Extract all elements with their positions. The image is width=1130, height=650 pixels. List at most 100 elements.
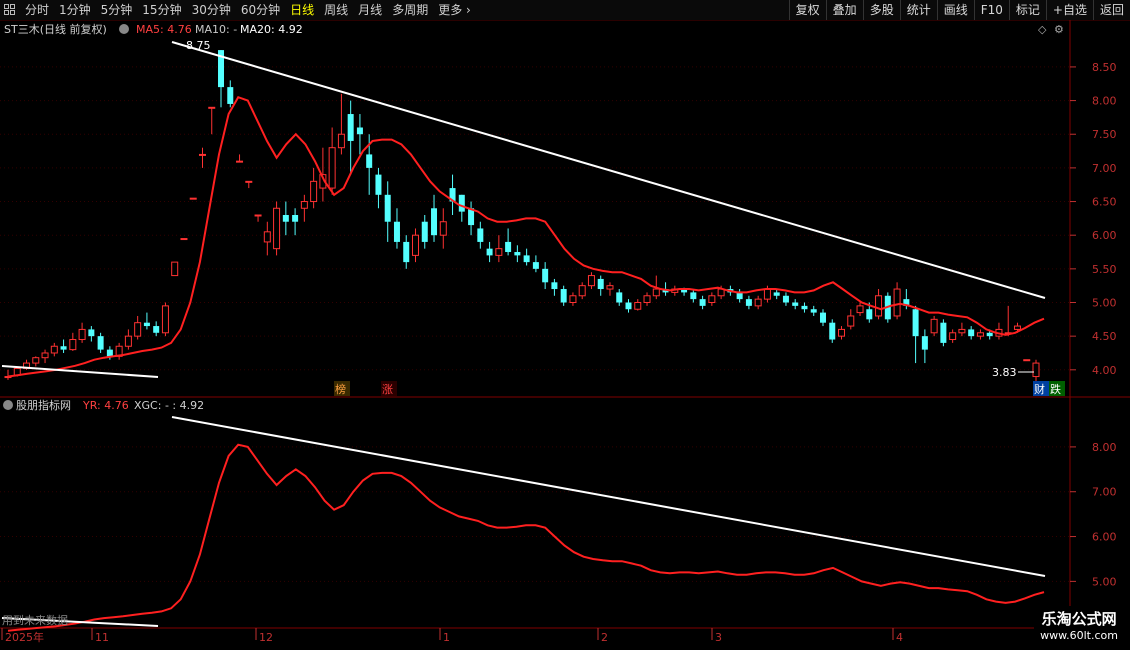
candle-body bbox=[763, 288, 771, 300]
toolbar-button[interactable]: 复权 bbox=[788, 0, 826, 20]
candle-body bbox=[940, 322, 947, 343]
candle-body bbox=[143, 322, 150, 327]
candle-body bbox=[893, 288, 901, 317]
yr-line bbox=[7, 443, 1045, 632]
candle-body bbox=[310, 180, 318, 203]
candle-body bbox=[958, 328, 966, 334]
candle-body bbox=[921, 336, 928, 350]
toolbar-button[interactable]: 统计 bbox=[899, 0, 937, 20]
time-tick-label: 4 bbox=[896, 631, 903, 644]
upper-trend-line bbox=[171, 41, 1046, 299]
candle-body bbox=[421, 221, 428, 242]
candle-body bbox=[477, 228, 484, 242]
candle-body bbox=[263, 231, 271, 243]
candle-body bbox=[189, 197, 197, 200]
period-tab[interactable]: 多周期 bbox=[387, 0, 433, 20]
toolbar-button[interactable]: 画线 bbox=[936, 0, 974, 20]
main-y-axis: 8.50 8.00 7.50 7.00 6.50 6.00 5.50 5.00 4.50 4.00 bbox=[1070, 61, 1117, 377]
fall-tag-label: 跌 bbox=[1050, 382, 1061, 396]
candle-body bbox=[708, 295, 716, 303]
candle-body bbox=[208, 106, 216, 109]
price-tick-label: 4.50 bbox=[1092, 330, 1117, 343]
gear-icon[interactable]: ⚙ bbox=[1054, 23, 1064, 36]
candle-body bbox=[754, 298, 762, 307]
period-tab[interactable]: 5分钟 bbox=[96, 0, 138, 20]
period-tab[interactable]: 日线 bbox=[285, 0, 319, 20]
period-tab[interactable]: 分时 bbox=[20, 0, 54, 20]
period-tab[interactable]: 月线 bbox=[353, 0, 387, 20]
period-toolbar: 分时 1分钟 5分钟 15分钟 30分钟 60分钟 日线 周线 月线 多周期 更多 › 复权 叠加 多股… bbox=[0, 0, 1130, 21]
time-x-axis: 2025年 11 12 1 2 3 4 bbox=[1, 628, 903, 644]
period-tab[interactable]: 1分钟 bbox=[54, 0, 96, 20]
candle-body bbox=[616, 292, 623, 303]
candle-body bbox=[652, 288, 660, 297]
kline-chart[interactable]: ST三木(日线 前复权) MA5: 4.76 MA10: - MA20: 4.9… bbox=[0, 20, 1130, 650]
yr-label: YR: 4.76 bbox=[82, 399, 129, 412]
toolbar-button[interactable]: 多股 bbox=[862, 0, 900, 20]
settings-circle-icon[interactable] bbox=[119, 24, 129, 34]
candle-body bbox=[699, 299, 706, 306]
candle-body bbox=[819, 312, 826, 323]
indicator-tick-label: 7.00 bbox=[1092, 486, 1117, 499]
period-tab[interactable]: 15分钟 bbox=[137, 0, 186, 20]
candle-body bbox=[180, 238, 188, 241]
price-tick-label: 4.00 bbox=[1092, 364, 1117, 377]
candle-body bbox=[782, 295, 789, 303]
candle-body bbox=[976, 332, 984, 337]
candle-body bbox=[41, 352, 49, 359]
xgc-trend-line bbox=[171, 416, 1046, 577]
ma-line bbox=[7, 95, 1045, 378]
candle-body bbox=[300, 201, 308, 209]
toolbar-button[interactable]: F10 bbox=[973, 0, 1009, 20]
candle-body bbox=[986, 332, 993, 337]
diamond-icon[interactable]: ◇ bbox=[1038, 23, 1047, 36]
candle-body bbox=[236, 160, 244, 163]
candle-body bbox=[514, 252, 521, 256]
watermark-title: 乐淘公式网 bbox=[1041, 610, 1117, 628]
candle-body bbox=[773, 292, 780, 296]
candle-body bbox=[569, 295, 577, 303]
candle-body bbox=[486, 248, 493, 256]
candle-body bbox=[227, 87, 234, 104]
period-tab[interactable]: 更多 › bbox=[433, 0, 476, 20]
chart-area[interactable]: ST三木(日线 前复权) MA5: 4.76 MA10: - MA20: 4.9… bbox=[0, 20, 1130, 650]
lower-trend-line bbox=[1, 365, 159, 378]
low-price-marker: 3.83 bbox=[992, 366, 1017, 379]
indicator-tick-label: 8.00 bbox=[1092, 441, 1117, 454]
toolbar-button[interactable]: 返回 bbox=[1092, 0, 1130, 20]
candle-body bbox=[69, 339, 77, 351]
grid-icon[interactable] bbox=[4, 4, 16, 16]
price-tick-label: 7.50 bbox=[1092, 128, 1117, 141]
candle-body bbox=[523, 255, 530, 263]
candle-body bbox=[78, 328, 86, 341]
candle-body bbox=[551, 282, 558, 290]
rise-tag-label: 涨 bbox=[382, 383, 393, 396]
high-price-marker: 8.75 bbox=[186, 39, 211, 52]
indicator-tick-label: 6.00 bbox=[1092, 531, 1117, 544]
sub-indicator-grid bbox=[0, 446, 1070, 582]
time-tick-label: 11 bbox=[95, 631, 109, 644]
period-tab[interactable]: 周线 bbox=[319, 0, 353, 20]
sub-settings-icon[interactable] bbox=[3, 400, 13, 410]
period-tab[interactable]: 30分钟 bbox=[187, 0, 236, 20]
toolbar-button[interactable]: 叠加 bbox=[825, 0, 863, 20]
candle-body bbox=[1013, 325, 1021, 330]
candle-body bbox=[542, 268, 549, 283]
toolbar-button[interactable]: 标记 bbox=[1008, 0, 1046, 20]
period-tab[interactable]: 60分钟 bbox=[236, 0, 285, 20]
candle-body bbox=[328, 147, 336, 189]
candle-body bbox=[560, 289, 567, 303]
candle-body bbox=[375, 174, 382, 195]
candle-body bbox=[32, 357, 40, 364]
candle-body bbox=[745, 299, 752, 306]
candle-body bbox=[810, 309, 817, 313]
time-tick-label: 3 bbox=[715, 631, 722, 644]
ma20-label: MA20: 4.92 bbox=[240, 23, 303, 36]
candle-body bbox=[949, 332, 957, 341]
price-tick-label: 6.50 bbox=[1092, 196, 1117, 209]
stock-title: ST三木(日线 前复权) bbox=[4, 22, 107, 36]
candle-body bbox=[625, 302, 632, 310]
candle-body bbox=[606, 285, 614, 290]
toolbar-button[interactable]: +自选 bbox=[1045, 0, 1093, 20]
candle-body bbox=[792, 302, 799, 306]
